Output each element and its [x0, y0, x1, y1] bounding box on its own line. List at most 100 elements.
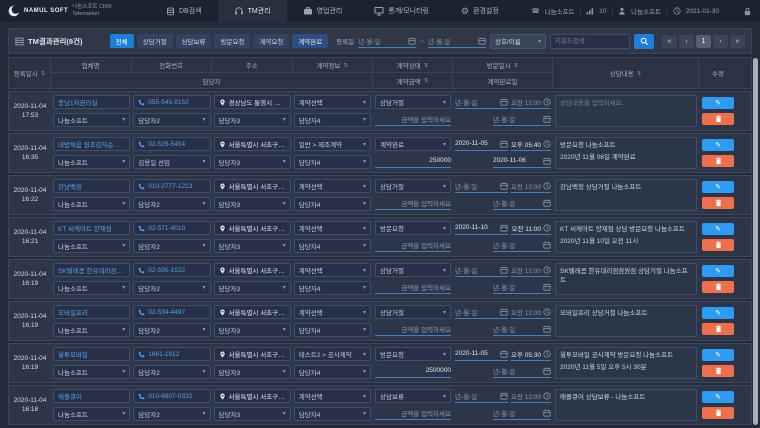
manager-select-3[interactable]: 담당자3	[214, 365, 291, 379]
visit-date-input[interactable]: 2020-11-05	[455, 347, 508, 361]
contract-amount-input[interactable]: 2500000	[375, 364, 451, 378]
address-field[interactable]: 서울특별시 서초구 방배동	[214, 347, 291, 361]
company-name-field[interactable]: 모바일프리	[53, 305, 130, 319]
company-name-field[interactable]: 충남1차권리실	[53, 95, 130, 109]
edit-button[interactable]: ✎	[702, 97, 734, 109]
phone-field[interactable]: 010-2777-1213	[133, 179, 210, 193]
pagination-button[interactable]: »	[730, 35, 745, 48]
nav-item-tm-management[interactable]: TM관리	[218, 0, 287, 22]
phone-field[interactable]: 010-6807-0332	[133, 389, 210, 403]
visit-date-input[interactable]: 년-월-일	[455, 95, 508, 109]
phone-field[interactable]: 1661-1912	[133, 347, 210, 361]
manager-select-4[interactable]: 담당자4	[294, 323, 371, 337]
company-name-field[interactable]: KT 씨케아트 양재점	[53, 221, 130, 235]
complete-date-input[interactable]: 년-월-일	[493, 238, 551, 252]
edit-button[interactable]: ✎	[702, 181, 734, 193]
nav-item-db-search[interactable]: DB검색	[150, 0, 218, 22]
complete-date-input[interactable]: 년-월-일	[493, 112, 551, 126]
company-name-field[interactable]: 윌투모바일	[53, 347, 130, 361]
address-field[interactable]: 서울특별시 서초구 잠원동	[214, 305, 291, 319]
note-field[interactable]: 상담내용을 입력하세요.	[555, 95, 697, 127]
contract-status-select[interactable]: 방문요청	[375, 347, 451, 361]
manager-select-1[interactable]: 나눔소프트	[53, 155, 130, 169]
note-field[interactable]: SK텔레콤 한유대리점잠원점 상담거절 나눔소프트	[555, 263, 697, 295]
delete-button[interactable]	[702, 239, 734, 251]
manager-select-4[interactable]: 담당자4	[294, 197, 371, 211]
manager-select-3[interactable]: 담당자3	[214, 281, 291, 295]
manager-select-2[interactable]: 담당자2	[133, 113, 210, 127]
note-field[interactable]: 방문요청 나눔소프트 2020년 11월 06일 계약완료	[555, 137, 697, 169]
manager-select-3[interactable]: 담당자3	[214, 407, 291, 421]
contract-info-select[interactable]: 계약선택	[294, 263, 371, 277]
manager-select-1[interactable]: 나눔소프트	[53, 281, 130, 295]
visit-date-input[interactable]: 년-월-일	[455, 179, 508, 193]
date-from-input[interactable]: 년-월-일	[358, 34, 416, 48]
header-complete-date[interactable]: 계약완료일	[453, 73, 552, 88]
pagination-button[interactable]: 1	[696, 35, 711, 48]
address-field[interactable]: 서울특별시 서초구 서초동	[214, 179, 291, 193]
manager-select-1[interactable]: 나눔소프트	[53, 407, 130, 421]
contract-status-select[interactable]: 상담보류	[375, 389, 451, 403]
contract-amount-input[interactable]: 금액을 입력하세요	[375, 112, 451, 126]
company-name-field[interactable]: 애플큐어	[53, 389, 130, 403]
header-manager[interactable]: 담당자	[51, 73, 372, 88]
contract-amount-input[interactable]: 금액을 입력하세요	[375, 196, 451, 210]
manager-select-4[interactable]: 담당자4	[294, 155, 371, 169]
visit-time-input[interactable]: 오전 11:00	[511, 221, 551, 235]
visit-date-input[interactable]: 2020-11-10	[455, 221, 508, 235]
manager-select-1[interactable]: 나눔소프트	[53, 365, 130, 379]
delete-button[interactable]	[702, 155, 734, 167]
phone-field[interactable]: 02-534-4497	[133, 305, 210, 319]
header-note[interactable]: 상담내용	[553, 58, 699, 88]
delete-button[interactable]	[702, 365, 734, 377]
manager-select-3[interactable]: 담당자3	[214, 197, 291, 211]
phone-field[interactable]: 02-525-5454	[133, 137, 210, 151]
company-name-field[interactable]: SK텔레콤 한유대리점잠원점	[53, 263, 130, 277]
contract-info-select[interactable]: 계약선택	[294, 389, 371, 403]
status-filter-button[interactable]: 방문요청	[214, 34, 250, 48]
manager-select-2[interactable]: 담당자2	[133, 197, 210, 211]
manager-select-3[interactable]: 담당자3	[214, 239, 291, 253]
note-field[interactable]: KT 씨케아트 양재점 상담 방문요청 나눔소프트 2020년 11월 10일 …	[555, 221, 697, 253]
note-field[interactable]: 강남백정 상담거절 나눔소프트	[555, 179, 697, 211]
visit-time-input[interactable]: 오전 12:00	[511, 263, 551, 277]
manager-select-2[interactable]: 담당자2	[133, 323, 210, 337]
edit-button[interactable]: ✎	[702, 265, 734, 277]
manager-select-3[interactable]: 담당자3	[214, 113, 291, 127]
address-field[interactable]: 서울특별시 서초구 양재동	[214, 221, 291, 235]
manager-select-1[interactable]: 나눔소프트	[53, 197, 130, 211]
header-address[interactable]: 주소	[212, 58, 293, 72]
contract-status-select[interactable]: 계약완료	[375, 137, 451, 151]
edit-button[interactable]: ✎	[702, 223, 734, 235]
status-filter-button[interactable]: 계약요청	[253, 34, 289, 48]
nav-item-sales-management[interactable]: 영업관리	[287, 0, 359, 22]
manager-select-4[interactable]: 담당자4	[294, 239, 371, 253]
address-field[interactable]: 서울특별시 서초구 서초동	[214, 137, 291, 151]
scrollbar[interactable]	[753, 58, 758, 425]
contract-amount-input[interactable]: 금액을 입력하세요	[375, 280, 451, 294]
delete-button[interactable]	[702, 113, 734, 125]
visit-time-input[interactable]: 오전 12:00	[511, 179, 551, 193]
manager-select-3[interactable]: 담당자3	[214, 323, 291, 337]
contract-status-select[interactable]: 상담거절	[375, 305, 451, 319]
manager-select-1[interactable]: 나눔소프트	[53, 323, 130, 337]
contract-status-select[interactable]: 상담거절	[375, 95, 451, 109]
contract-info-select[interactable]: 테스트2 > 공사계약	[294, 347, 371, 361]
complete-date-input[interactable]: 년-월-일	[493, 364, 551, 378]
nav-item-settings[interactable]: ⚙ 환경설정	[445, 0, 515, 22]
manager-select-4[interactable]: 담당자4	[294, 281, 371, 295]
contract-info-select[interactable]: 계약선택	[294, 221, 371, 235]
contract-info-select[interactable]: 계약선택	[294, 95, 371, 109]
visit-time-input[interactable]: 오후 05:30	[511, 347, 551, 361]
header-company[interactable]: 업체명	[51, 58, 132, 72]
status-filter-button[interactable]: 상담거절	[137, 34, 173, 48]
status-filter-button[interactable]: 상담보류	[176, 34, 212, 48]
visit-date-input[interactable]: 년-월-일	[455, 263, 508, 277]
header-contract-amount[interactable]: 계약금액	[373, 73, 452, 88]
phone-field[interactable]: 02-571-4010	[133, 221, 210, 235]
pagination-button[interactable]: ›	[713, 35, 728, 48]
note-field[interactable]: 윌투모바일 공사계약 방문요청 나눔소프트 2020년 11월 5일 오후 5시…	[555, 347, 697, 379]
visit-date-input[interactable]: 년-월-일	[455, 305, 508, 319]
visit-time-input[interactable]: 오전 12:00	[511, 95, 551, 109]
visit-date-input[interactable]: 2020-11-05	[455, 137, 508, 151]
